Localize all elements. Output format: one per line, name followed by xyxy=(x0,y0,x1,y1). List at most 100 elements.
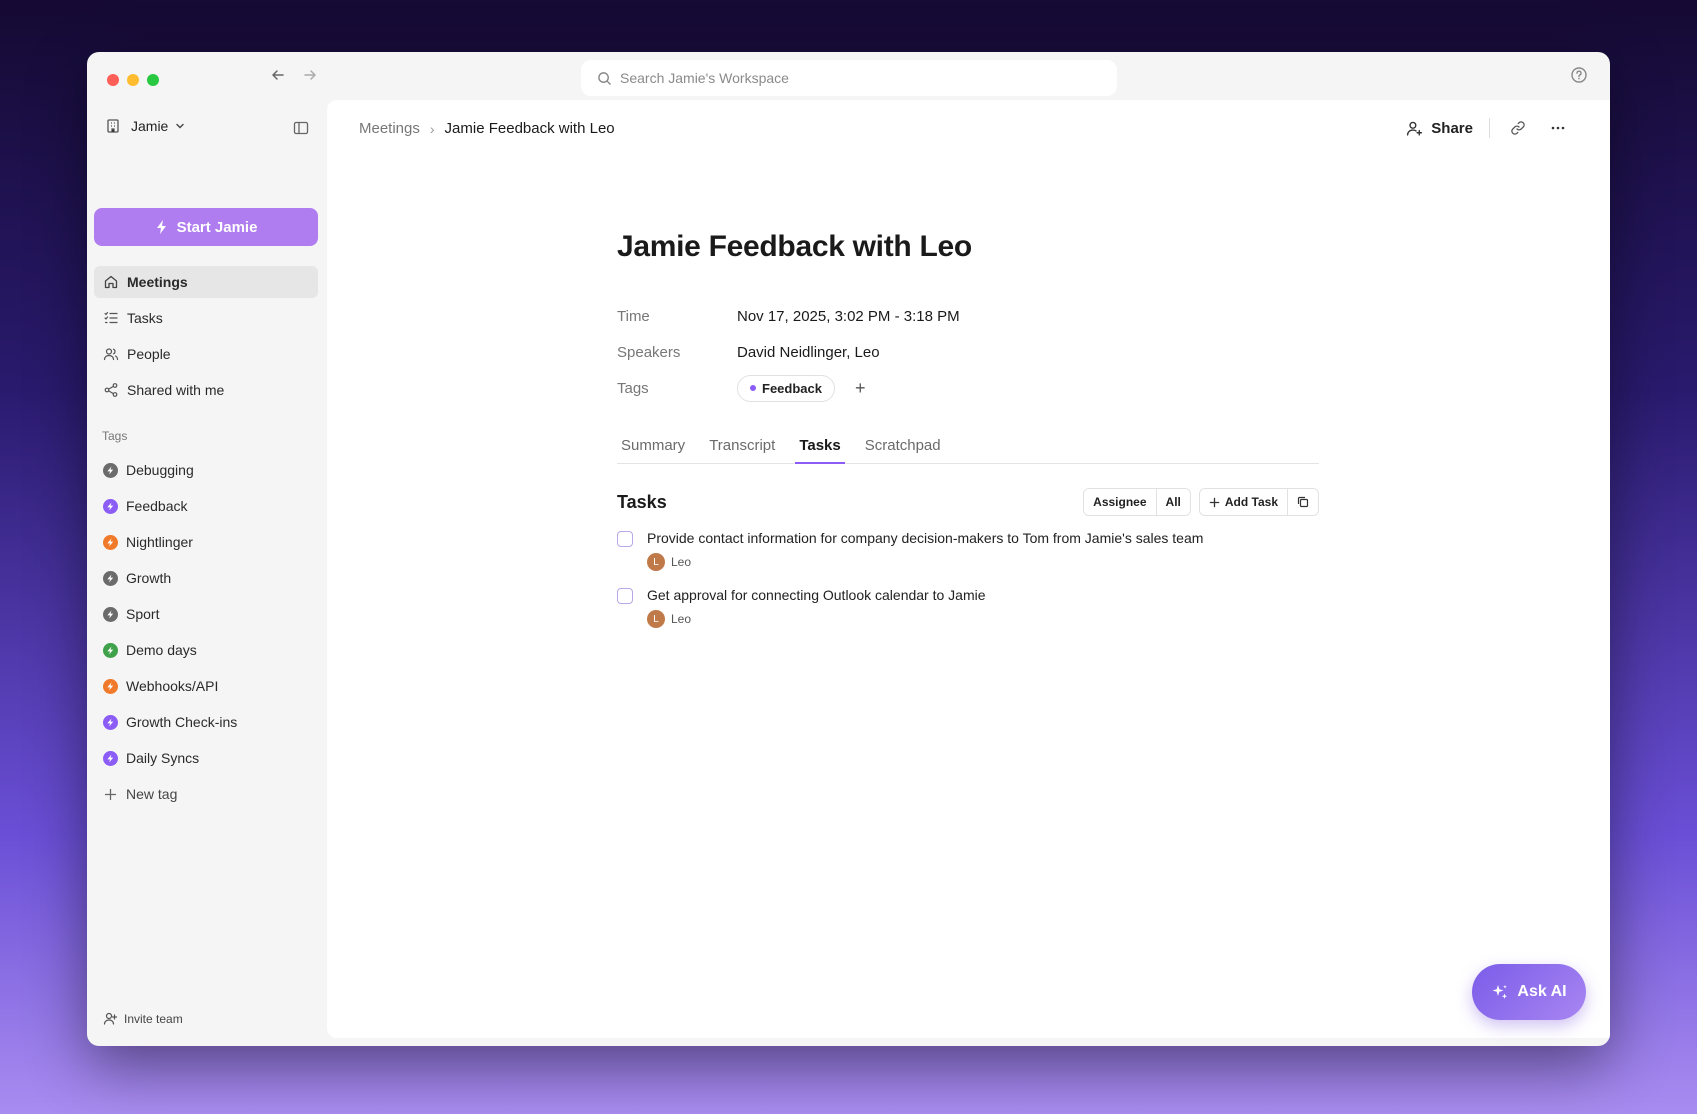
breadcrumb: Meetings › Jamie Feedback with Leo xyxy=(359,120,615,137)
assignee-name: Leo xyxy=(671,555,692,569)
task-actions: Add Task xyxy=(1198,488,1319,516)
link-icon xyxy=(1511,121,1525,135)
main-content: Meetings › Jamie Feedback with Leo Share… xyxy=(327,100,1610,1038)
speakers-value[interactable]: David Neidlinger, Leo xyxy=(737,344,880,361)
sidebar-toggle-icon[interactable] xyxy=(293,120,309,136)
tag-color-dot xyxy=(750,385,756,391)
add-tag-plus-icon[interactable]: + xyxy=(855,378,866,399)
invite-team-label: Invite team xyxy=(124,1011,183,1026)
sidebar-item-meetings[interactable]: Meetings xyxy=(94,266,318,298)
sidebar-tag-growth-check-ins[interactable]: Growth Check-ins xyxy=(94,706,318,738)
tab-scratchpad[interactable]: Scratchpad xyxy=(861,428,945,463)
new-tag-label: New tag xyxy=(126,786,178,802)
tag-pill-feedback[interactable]: Feedback xyxy=(737,374,835,402)
sidebar-item-shared[interactable]: Shared with me xyxy=(94,374,318,406)
sidebar-tag-feedback[interactable]: Feedback xyxy=(94,490,318,522)
start-jamie-label: Start Jamie xyxy=(176,218,258,236)
sidebar-nav: Meetings Tasks People Shared with me xyxy=(94,266,318,410)
workspace-switcher[interactable]: Jamie xyxy=(105,118,186,134)
invite-team-button[interactable]: Invite team xyxy=(103,1011,183,1026)
share-label: Share xyxy=(1431,119,1473,137)
tag-lightning-icon xyxy=(103,750,118,766)
close-window-button[interactable] xyxy=(107,74,119,86)
assignee-filter-value[interactable]: All xyxy=(1155,489,1190,515)
breadcrumb-meetings-link[interactable]: Meetings xyxy=(359,120,420,137)
tasks-title: Tasks xyxy=(617,491,667,512)
back-arrow-icon[interactable] xyxy=(269,66,287,84)
app-window: Search Jamie's Workspace Jamie Start Jam… xyxy=(87,52,1610,1046)
tab-summary[interactable]: Summary xyxy=(617,428,689,463)
sidebar-item-people[interactable]: People xyxy=(94,338,318,370)
task-assignee[interactable]: L Leo xyxy=(647,610,986,628)
zoom-window-button[interactable] xyxy=(147,74,159,86)
task-checkbox[interactable] xyxy=(617,531,633,547)
tab-tasks[interactable]: Tasks xyxy=(795,428,845,464)
help-icon[interactable] xyxy=(1570,66,1588,84)
sidebar-tag-daily-syncs[interactable]: Daily Syncs xyxy=(94,742,318,774)
divider xyxy=(1489,118,1490,138)
more-options-button[interactable] xyxy=(1546,116,1570,140)
task-checkbox[interactable] xyxy=(617,588,633,604)
sidebar-tag-demo-days[interactable]: Demo days xyxy=(94,634,318,666)
copy-icon xyxy=(1297,496,1309,508)
sidebar-tag-webhooks-api[interactable]: Webhooks/API xyxy=(94,670,318,702)
new-tag-button[interactable]: New tag xyxy=(94,778,318,810)
assignee-filter-label[interactable]: Assignee xyxy=(1084,489,1156,515)
copy-tasks-button[interactable] xyxy=(1287,489,1318,515)
meeting-document: Jamie Feedback with Leo Time Nov 17, 202… xyxy=(617,230,1319,628)
sidebar-item-tasks[interactable]: Tasks xyxy=(94,302,318,334)
tags-value: Feedback + xyxy=(737,374,866,402)
titlebar: Search Jamie's Workspace xyxy=(87,52,1610,100)
tags-row: Tags Feedback + xyxy=(617,370,1319,406)
sidebar-item-label: Shared with me xyxy=(127,382,225,398)
start-jamie-button[interactable]: Start Jamie xyxy=(94,208,318,246)
sidebar-tag-debugging[interactable]: Debugging xyxy=(94,454,318,486)
sidebar-tag-growth[interactable]: Growth xyxy=(94,562,318,594)
sidebar: Jamie Start Jamie Meetings Tasks People xyxy=(87,100,325,1046)
ask-ai-button[interactable]: Ask AI xyxy=(1472,964,1586,1020)
tag-pill-label: Feedback xyxy=(762,380,822,396)
plus-icon xyxy=(1209,497,1220,507)
avatar: L xyxy=(647,553,665,571)
add-task-button[interactable]: Add Task xyxy=(1199,489,1287,515)
window-controls xyxy=(107,74,159,86)
lightning-icon xyxy=(156,220,166,234)
chevron-right-icon: › xyxy=(429,120,435,137)
tags-label: Tags xyxy=(617,379,649,397)
time-row: Time Nov 17, 2025, 3:02 PM - 3:18 PM xyxy=(617,298,1319,334)
page-title[interactable]: Jamie Feedback with Leo xyxy=(617,230,1319,264)
history-nav xyxy=(269,66,319,84)
more-horizontal-icon xyxy=(1551,126,1565,130)
copy-link-button[interactable] xyxy=(1506,116,1530,140)
breadcrumb-current: Jamie Feedback with Leo xyxy=(444,120,615,137)
tag-label: Daily Syncs xyxy=(126,750,200,766)
tags-heading: Tags xyxy=(102,429,128,443)
tab-bar: Summary Transcript Tasks Scratchpad xyxy=(617,428,1319,464)
minimize-window-button[interactable] xyxy=(127,74,139,86)
search-input[interactable]: Search Jamie's Workspace xyxy=(581,60,1117,96)
sidebar-item-label: Tasks xyxy=(127,310,163,326)
tag-label: Sport xyxy=(126,606,160,622)
forward-arrow-icon[interactable] xyxy=(301,66,319,84)
tasks-controls: Assignee All Add Task xyxy=(1083,488,1319,516)
home-icon xyxy=(104,275,118,289)
tag-lightning-icon xyxy=(103,498,118,514)
user-plus-icon xyxy=(1407,121,1423,136)
task-assignee[interactable]: L Leo xyxy=(647,553,1203,571)
share-button[interactable]: Share xyxy=(1406,120,1473,137)
tag-lightning-icon xyxy=(103,678,118,694)
tasks-header: Tasks Assignee All Add Task xyxy=(617,488,1319,516)
search-icon xyxy=(598,71,611,85)
tab-transcript[interactable]: Transcript xyxy=(705,428,779,463)
speakers-label: Speakers xyxy=(617,343,681,361)
tag-label: Growth Check-ins xyxy=(126,714,238,730)
sidebar-item-label: People xyxy=(127,346,171,362)
tag-label: Debugging xyxy=(126,462,194,478)
task-text[interactable]: Provide contact information for company … xyxy=(647,530,1203,546)
sidebar-tag-sport[interactable]: Sport xyxy=(94,598,318,630)
task-text[interactable]: Get approval for connecting Outlook cale… xyxy=(647,587,986,603)
share-icon xyxy=(104,383,118,397)
sidebar-tag-nightlinger[interactable]: Nightlinger xyxy=(94,526,318,558)
assignee-filter: Assignee All xyxy=(1083,488,1191,516)
tag-lightning-icon xyxy=(103,570,118,586)
